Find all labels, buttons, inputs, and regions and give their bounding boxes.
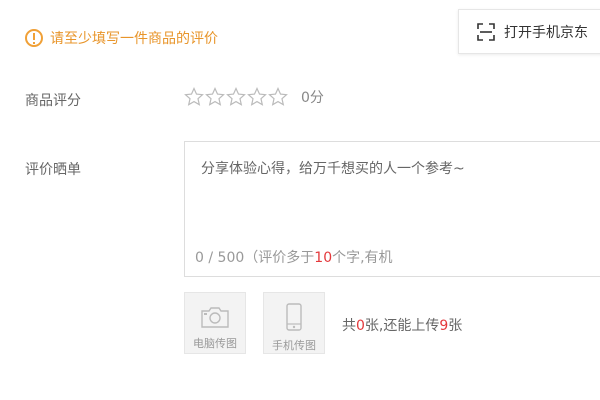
char-hint-prefix: （评价多于 xyxy=(244,250,315,266)
upload-count-info: 共0张,还能上传9张 xyxy=(342,315,462,335)
char-count-sep: / xyxy=(203,250,218,266)
phone-upload-label: 手机传图 xyxy=(272,339,316,352)
char-count-current: 0 xyxy=(195,250,204,266)
phone-upload-button[interactable]: 手机传图 xyxy=(263,292,325,354)
upload-info-prefix: 共 xyxy=(342,318,356,334)
rating-score: 0分 xyxy=(301,90,324,106)
validation-notice-text: 请至少填写一件商品的评价 xyxy=(50,31,218,47)
camera-icon xyxy=(201,307,229,328)
open-mobile-app-label: 打开手机京东 xyxy=(504,24,588,41)
open-mobile-app-button[interactable]: 打开手机京东 xyxy=(458,9,600,54)
star-icon-5[interactable] xyxy=(268,87,288,107)
review-char-counter: 0 / 500（评价多于10个字,有机 xyxy=(195,247,393,267)
char-hint-min: 10 xyxy=(314,250,333,266)
star-rating[interactable]: 0分 xyxy=(184,87,324,107)
warning-icon xyxy=(25,29,43,47)
star-icon-3[interactable] xyxy=(226,87,246,107)
remaining-count: 9 xyxy=(439,318,449,334)
uploaded-count: 0 xyxy=(356,318,365,334)
pc-upload-button[interactable]: 电脑传图 xyxy=(184,292,246,354)
scan-icon xyxy=(477,22,495,41)
char-count-max: 500 xyxy=(217,250,245,266)
rating-label: 商品评分 xyxy=(25,93,81,109)
star-icon-4[interactable] xyxy=(247,87,267,107)
star-icon-2[interactable] xyxy=(205,87,225,107)
phone-icon xyxy=(286,303,302,331)
upload-info-suffix: 张 xyxy=(448,318,463,334)
validation-notice: 请至少填写一件商品的评价 xyxy=(25,28,218,48)
review-label: 评价晒单 xyxy=(25,162,81,178)
pc-upload-label: 电脑传图 xyxy=(193,337,237,350)
char-hint-suffix: 个字,有机 xyxy=(332,250,393,266)
star-icon-1[interactable] xyxy=(184,87,204,107)
review-textarea[interactable] xyxy=(185,142,600,242)
upload-info-mid: 张,还能上传 xyxy=(364,318,440,334)
